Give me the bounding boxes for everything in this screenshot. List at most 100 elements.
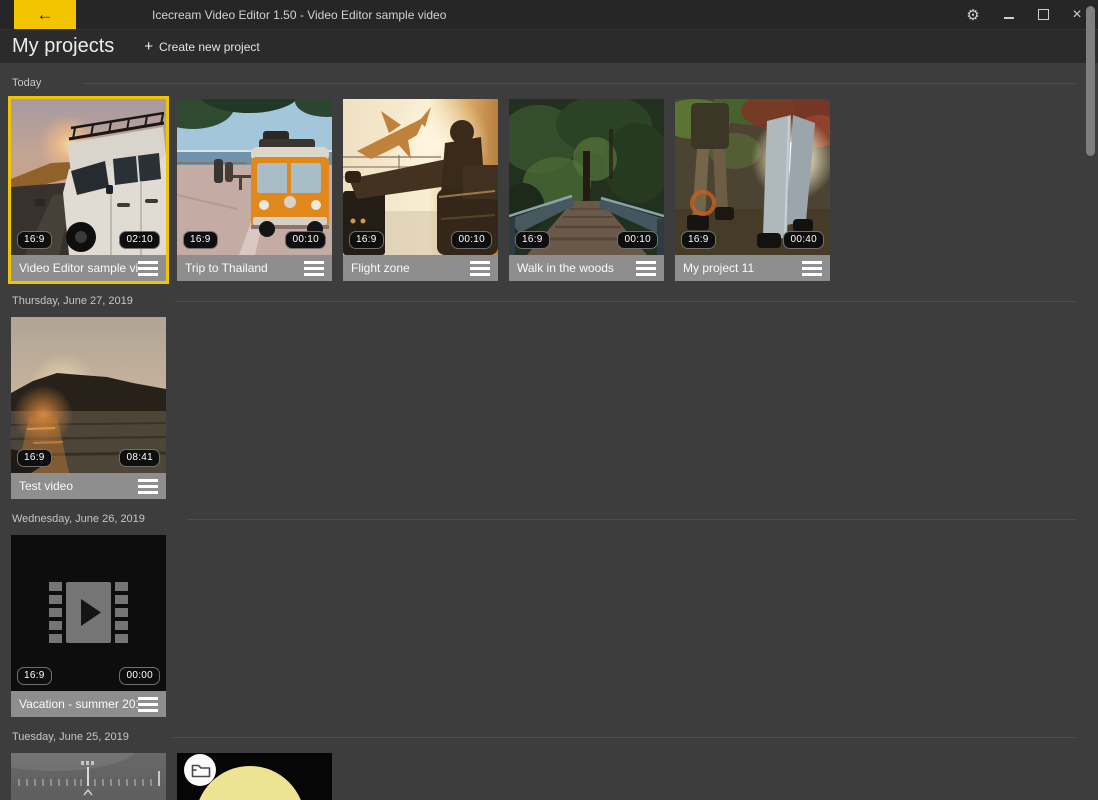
project-menu-button[interactable]: [802, 260, 822, 276]
aspect-ratio-badge: 16:9: [681, 231, 716, 249]
duration-badge: 00:10: [617, 231, 658, 249]
hamburger-icon-bar: [138, 702, 158, 706]
create-new-project-label: Create new project: [159, 39, 260, 54]
page-title: My projects: [12, 35, 115, 57]
project-menu-button[interactable]: [470, 260, 490, 276]
forest-hikers-sunflare-thumbnail: 16:9 00:40: [675, 99, 830, 255]
project-section: Tuesday, June 25, 2019: [0, 730, 1098, 800]
project-section: Wednesday, June 26, 2019 16:9 00:00 Vacati…: [0, 512, 1098, 717]
project-name: Trip to Thailand: [185, 261, 268, 275]
hamburger-icon-bar: [138, 266, 158, 270]
hamburger-icon-bar: [470, 260, 490, 264]
project-name: Test video: [19, 479, 74, 493]
minimize-button[interactable]: [992, 0, 1026, 29]
duration-badge: 02:10: [119, 231, 160, 249]
hamburger-icon-bar: [636, 260, 656, 264]
folder-yellow-circle-thumbnail: [177, 753, 332, 800]
aspect-ratio-badge: 16:9: [17, 667, 52, 685]
project-name: Walk in the woods: [517, 261, 614, 275]
project-card-footer: Trip to Thailand: [177, 255, 332, 281]
duration-badge: 00:10: [285, 231, 326, 249]
project-card[interactable]: 16:9 00:10 Trip to Thailand: [177, 99, 332, 281]
section-header: Thursday, June 27, 2019: [0, 294, 1098, 308]
duration-badge: 00:10: [451, 231, 492, 249]
section-date-label: Tuesday, June 25, 2019: [12, 731, 129, 743]
project-card[interactable]: [177, 753, 332, 800]
project-cards-row: 16:9 02:10 Video Editor sample video 16:9 0…: [0, 99, 1098, 281]
app-window: ← Icecream Video Editor 1.50 - Video Edi…: [0, 0, 1098, 800]
project-card[interactable]: 16:9 00:00 Vacation - summer 2019: [11, 535, 166, 717]
project-card[interactable]: 16:9 00:40 My project 11: [675, 99, 830, 281]
hamburger-icon-bar: [304, 260, 324, 264]
duration-badge: 08:41: [119, 449, 160, 467]
page-header: My projects + Create new project: [0, 30, 1098, 63]
titlebar: ← Icecream Video Editor 1.50 - Video Edi…: [0, 0, 1098, 30]
hamburger-icon-bar: [470, 272, 490, 276]
timeline-ruler-thumbnail: [11, 753, 166, 800]
project-name: My project 11: [683, 261, 755, 275]
section-divider: [186, 518, 1076, 520]
forest-footbridge-thumbnail: 16:9 00:10: [509, 99, 664, 255]
section-header: Today: [0, 76, 1098, 90]
section-date-label: Today: [12, 77, 42, 89]
settings-button[interactable]: ⚙: [956, 0, 990, 29]
hamburger-icon-bar: [802, 266, 822, 270]
project-menu-button[interactable]: [138, 260, 158, 276]
project-name: Video Editor sample video: [19, 261, 138, 275]
project-card-footer: Walk in the woods: [509, 255, 664, 281]
window-controls: ⚙ ×: [956, 0, 1098, 29]
project-card[interactable]: 16:9 08:41 Test video: [11, 317, 166, 499]
project-card-footer: Vacation - summer 2019: [11, 691, 166, 717]
project-card-footer: My project 11: [675, 255, 830, 281]
back-arrow-icon: ←: [36, 4, 54, 24]
create-new-project-button[interactable]: + Create new project: [144, 38, 259, 55]
aspect-ratio-badge: 16:9: [515, 231, 550, 249]
project-menu-button[interactable]: [636, 260, 656, 276]
project-menu-button[interactable]: [138, 478, 158, 494]
airport-traveler-plane-thumbnail: 16:9 00:10: [343, 99, 498, 255]
sea-cliff-sunset-thumbnail: 16:9 08:41: [11, 317, 166, 473]
hamburger-icon-bar: [138, 478, 158, 482]
project-cards-row: 16:9 00:00 Vacation - summer 2019: [0, 535, 1098, 717]
hamburger-icon-bar: [636, 272, 656, 276]
hamburger-icon-bar: [138, 272, 158, 276]
project-menu-button[interactable]: [138, 696, 158, 712]
section-date-label: Wednesday, June 26, 2019: [12, 513, 145, 525]
project-card[interactable]: 16:9 00:10 Walk in the woods: [509, 99, 664, 281]
hamburger-icon-bar: [304, 272, 324, 276]
vertical-scrollbar-thumb[interactable]: [1086, 6, 1095, 156]
hamburger-icon-bar: [470, 266, 490, 270]
section-header: Tuesday, June 25, 2019: [0, 730, 1098, 744]
hamburger-icon-bar: [138, 708, 158, 712]
aspect-ratio-badge: 16:9: [183, 231, 218, 249]
orange-camper-van-beach-thumbnail: 16:9 00:10: [177, 99, 332, 255]
aspect-ratio-badge: 16:9: [349, 231, 384, 249]
project-cards-row: [0, 753, 1098, 800]
project-name: Vacation - summer 2019: [19, 697, 138, 711]
section-divider: [170, 736, 1076, 738]
hamburger-icon-bar: [304, 266, 324, 270]
duration-badge: 00:00: [119, 667, 160, 685]
back-button[interactable]: ←: [14, 0, 76, 29]
close-icon: ×: [1072, 5, 1082, 23]
suv-sunset-beach-thumbnail: 16:9 02:10: [11, 99, 166, 255]
hamburger-icon-bar: [138, 484, 158, 488]
project-card[interactable]: 16:9 00:10 Flight zone: [343, 99, 498, 281]
project-cards-row: 16:9 08:41 Test video: [0, 317, 1098, 499]
project-menu-button[interactable]: [304, 260, 324, 276]
hamburger-icon-bar: [802, 272, 822, 276]
project-card[interactable]: 16:9 02:10 Video Editor sample video: [11, 99, 166, 281]
project-section: Today 16:9 02:10 Video Editor sample video…: [0, 76, 1098, 281]
maximize-icon: [1037, 9, 1049, 20]
gear-icon: ⚙: [966, 6, 980, 24]
project-name: Flight zone: [351, 261, 410, 275]
window-title: Icecream Video Editor 1.50 - Video Edito…: [152, 7, 447, 22]
project-card[interactable]: [11, 753, 166, 800]
maximize-button[interactable]: [1026, 0, 1060, 29]
section-divider: [174, 300, 1076, 302]
project-card-footer: Video Editor sample video: [11, 255, 166, 281]
hamburger-icon-bar: [138, 696, 158, 700]
aspect-ratio-badge: 16:9: [17, 449, 52, 467]
projects-list: Today 16:9 02:10 Video Editor sample video…: [0, 63, 1098, 800]
hamburger-icon-bar: [802, 260, 822, 264]
